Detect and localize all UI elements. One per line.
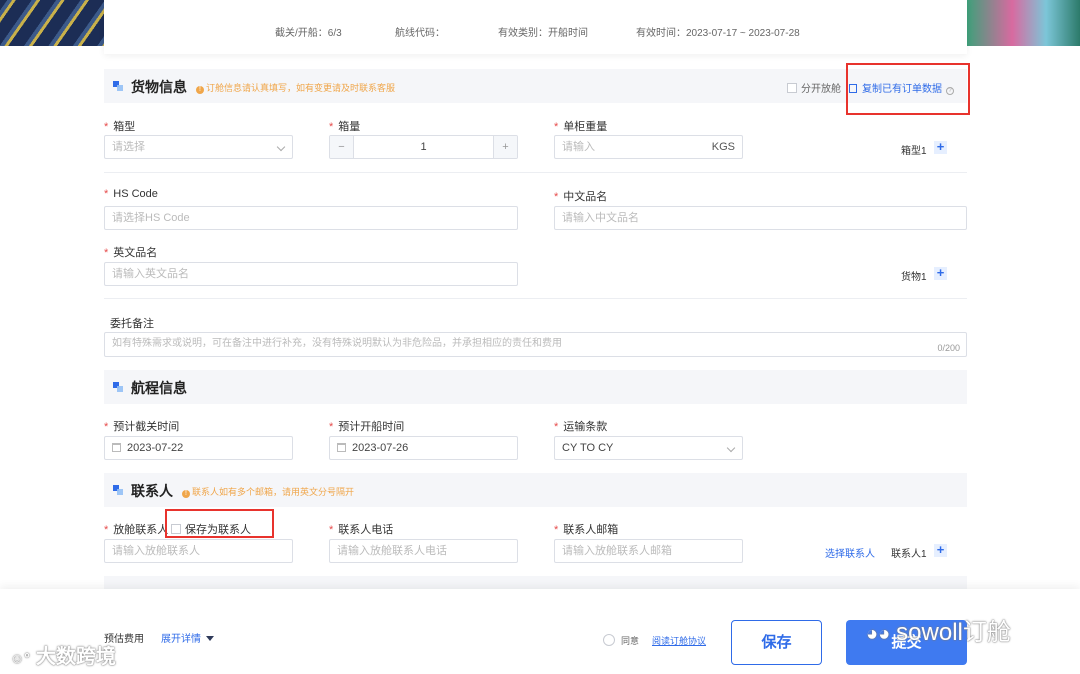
cutoff-date-picker[interactable]: 2023-07-22 xyxy=(104,436,293,460)
info-icon: ! xyxy=(182,490,190,498)
voyage-section-title: 航程信息 xyxy=(131,380,187,396)
watermark-right: ◕◕ sowoll订舱 xyxy=(866,619,1011,646)
remark-label: 委托备注 xyxy=(110,318,154,330)
contact-email-label: * 联系人邮箱 xyxy=(554,524,619,536)
info-icon: ! xyxy=(196,86,204,94)
divider xyxy=(104,172,967,173)
section-icon xyxy=(113,382,123,392)
container-row-label: 箱型1 xyxy=(901,146,927,157)
next-section-header xyxy=(104,576,967,590)
add-goods-button[interactable]: + xyxy=(934,266,947,280)
agree-radio[interactable] xyxy=(603,634,615,646)
chevron-down-icon xyxy=(726,443,736,453)
cutoff-time-label: * 预计截关时间 xyxy=(104,421,180,433)
quantity-plus-button[interactable]: + xyxy=(493,136,517,158)
cutoff-info: 截关/开船：6/3 xyxy=(275,28,342,39)
contact-phone-label: * 联系人电话 xyxy=(329,524,394,536)
en-name-input[interactable]: 请输入英文品名 xyxy=(104,262,518,286)
quantity-value: 1 xyxy=(420,141,427,153)
save-button[interactable]: 保存 xyxy=(731,620,822,665)
terms-select[interactable]: CY TO CY xyxy=(554,436,743,460)
contact-section-title: 联系人 xyxy=(131,483,173,499)
cargo-section-title: 货物信息 xyxy=(131,79,187,95)
agree-label: 同意 xyxy=(621,636,640,646)
weight-input[interactable]: 请输入 KGS xyxy=(554,135,743,159)
contact-name-label: * 放舱联系人 xyxy=(104,524,169,536)
weight-unit: KGS xyxy=(711,141,735,153)
cargo-note: ! 订舱信息请认真填写，如有变更请及时联系客服 xyxy=(196,81,395,94)
highlight-copy-order xyxy=(846,63,970,115)
valid-type-info: 有效类别：开船时间 xyxy=(498,28,588,39)
divider xyxy=(104,298,967,299)
watermark-logo-icon: ☺° xyxy=(10,650,30,666)
checkbox-icon xyxy=(787,83,797,93)
calendar-icon xyxy=(112,443,121,452)
terms-label: * 运输条款 xyxy=(554,421,608,433)
highlight-save-contact xyxy=(165,509,274,538)
cn-name-label: * 中文品名 xyxy=(554,191,608,203)
hs-code-label: * HS Code xyxy=(104,188,158,200)
caret-down-icon xyxy=(206,636,214,641)
sail-date-picker[interactable]: 2023-07-26 xyxy=(329,436,518,460)
expand-details-link[interactable]: 展开详情 xyxy=(161,630,214,645)
cn-name-input[interactable]: 请输入中文品名 xyxy=(554,206,967,230)
sail-time-label: * 预计开船时间 xyxy=(329,421,405,433)
add-contact-button[interactable]: + xyxy=(934,543,947,557)
contact-email-input[interactable]: 请输入放舱联系人邮箱 xyxy=(554,539,743,563)
hs-code-select[interactable]: 请选择HS Code xyxy=(104,206,518,230)
section-icon xyxy=(113,485,123,495)
contact-name-input[interactable]: 请输入放舱联系人 xyxy=(104,539,293,563)
remark-counter: 0/200 xyxy=(937,343,960,353)
valid-time-info: 有效时间：2023-07-17 ~ 2023-07-28 xyxy=(636,28,800,39)
en-name-label: * 英文品名 xyxy=(104,247,158,259)
calendar-icon xyxy=(337,443,346,452)
chevron-down-icon xyxy=(276,142,286,152)
watermark-left: ☺° 大数跨境 xyxy=(10,646,116,668)
quantity-minus-button[interactable]: − xyxy=(330,136,354,158)
voyage-section-header: 航程信息 xyxy=(104,370,967,404)
weight-label: * 单柜重量 xyxy=(554,121,608,133)
contact-phone-input[interactable]: 请输入放舱联系人电话 xyxy=(329,539,518,563)
quantity-label: * 箱量 xyxy=(329,121,361,133)
agreement-link[interactable]: 阅读订舱协议 xyxy=(652,634,706,647)
contact-section-header: 联系人 ! 联系人如有多个邮箱，请用英文分号隔开 xyxy=(104,473,967,507)
split-release-checkbox[interactable]: 分开放舱 xyxy=(787,80,841,95)
header-banner-left xyxy=(0,0,104,46)
route-code-info: 航线代码： xyxy=(395,28,445,39)
cargo-section-header: 货物信息 ! 订舱信息请认真填写，如有变更请及时联系客服 分开放舱 复制已有订单数… xyxy=(104,69,967,103)
header-banner-right xyxy=(967,0,1080,46)
goods-row-label: 货物1 xyxy=(901,272,927,283)
route-info-bar: 截关/开船：6/3 航线代码： 有效类别：开船时间 有效时间：2023-07-1… xyxy=(104,0,967,54)
contact-note: ! 联系人如有多个邮箱，请用英文分号隔开 xyxy=(182,485,354,498)
container-type-label: * 箱型 xyxy=(104,121,136,133)
add-container-button[interactable]: + xyxy=(934,140,947,154)
wechat-icon: ◕◕ xyxy=(866,623,891,645)
select-contact-link[interactable]: 选择联系人 xyxy=(825,545,875,560)
section-icon xyxy=(113,81,123,91)
contact-row-label: 联系人1 xyxy=(891,549,927,560)
remark-textarea[interactable]: 如有特殊需求或说明，可在备注中进行补充，没有特殊说明默认为非危险品，并承担相应的… xyxy=(104,332,967,357)
container-type-select[interactable]: 请选择 xyxy=(104,135,293,159)
quantity-stepper[interactable]: − 1 + xyxy=(329,135,518,159)
